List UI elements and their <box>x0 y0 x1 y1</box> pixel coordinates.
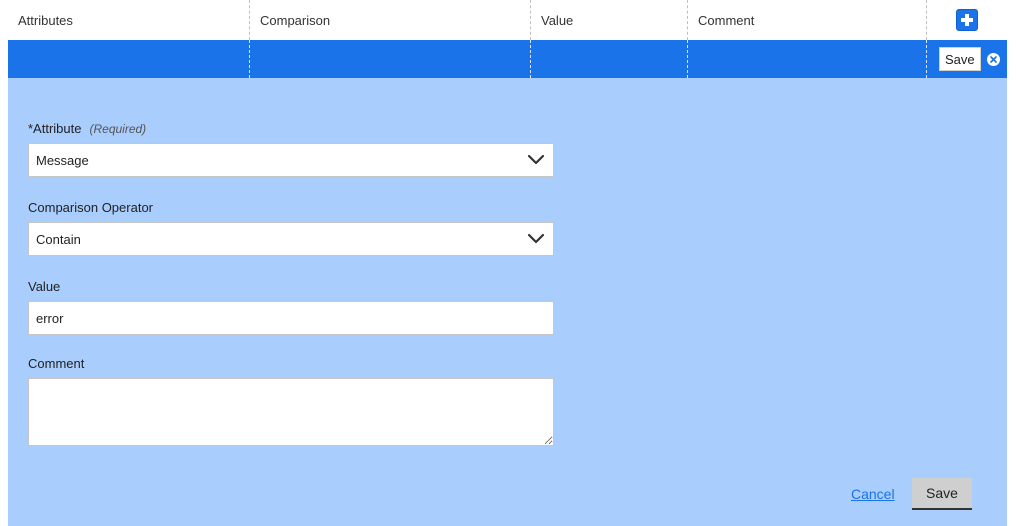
filter-editor: Attributes Comparison Value Comment Save <box>0 0 1016 526</box>
chevron-down-icon <box>527 154 545 165</box>
operator-select[interactable]: Contain <box>28 222 554 256</box>
column-header-attributes[interactable]: Attributes <box>8 0 250 40</box>
required-hint: (Required) <box>89 122 147 136</box>
value-label: Value <box>28 279 61 294</box>
add-column-cell <box>927 0 1007 40</box>
comment-label: Comment <box>28 356 85 371</box>
operator-field: Comparison Operator Contain <box>28 200 554 256</box>
edit-cell-actions: Save <box>927 40 1007 78</box>
column-header-comment[interactable]: Comment <box>688 0 927 40</box>
add-row-button[interactable] <box>956 9 978 31</box>
attribute-field: *Attribute (Required) Message <box>28 121 554 177</box>
column-header-label: Value <box>541 12 574 28</box>
column-header-value[interactable]: Value <box>531 0 688 40</box>
chevron-down-icon <box>527 233 545 244</box>
value-field: Value <box>28 279 554 335</box>
cancel-link[interactable]: Cancel <box>851 486 895 502</box>
form-save-button[interactable]: Save <box>912 478 972 510</box>
column-header-comparison[interactable]: Comparison <box>250 0 531 40</box>
table-header: Attributes Comparison Value Comment <box>8 0 1007 40</box>
attribute-selected-value: Message <box>36 152 89 168</box>
row-save-button[interactable]: Save <box>939 47 981 71</box>
attribute-label-text: *Attribute <box>28 121 82 136</box>
edit-form-panel: *Attribute (Required) Message Comparison … <box>8 78 1007 526</box>
column-header-label: Attributes <box>18 12 73 28</box>
column-header-label: Comment <box>698 12 755 28</box>
comment-textarea[interactable] <box>28 378 554 446</box>
edit-cell-comment <box>688 40 927 78</box>
attribute-select[interactable]: Message <box>28 143 554 177</box>
close-circle-icon[interactable] <box>986 52 1000 66</box>
operator-label: Comparison Operator <box>28 200 153 215</box>
editing-row: Save <box>8 40 1007 78</box>
column-header-label: Comparison <box>260 12 331 28</box>
edit-cell-attributes <box>8 40 250 78</box>
plus-icon <box>961 14 973 26</box>
attribute-label: *Attribute (Required) <box>28 121 554 136</box>
edit-cell-comparison <box>250 40 531 78</box>
edit-cell-value <box>531 40 688 78</box>
operator-selected-value: Contain <box>36 231 81 247</box>
comment-field: Comment <box>28 356 554 449</box>
value-input[interactable] <box>28 301 554 335</box>
